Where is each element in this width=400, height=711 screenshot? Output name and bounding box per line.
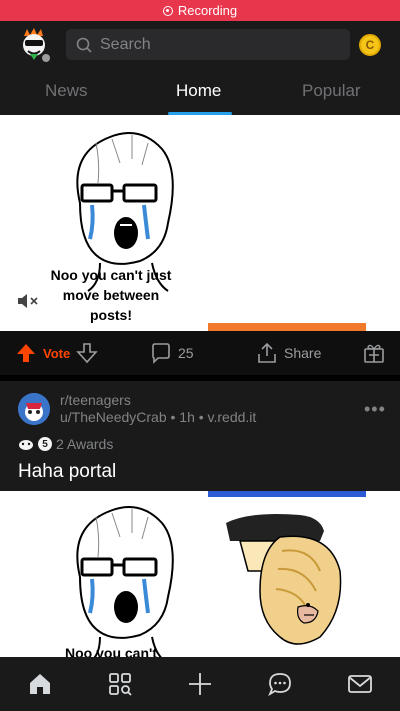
- search-placeholder: Search: [100, 35, 151, 53]
- vote-label: Vote: [43, 345, 71, 361]
- media-divider-bar: [208, 491, 366, 497]
- record-icon: [162, 5, 173, 16]
- downvote-icon[interactable]: [76, 342, 99, 364]
- comment-count: 25: [178, 345, 194, 361]
- post-title[interactable]: Haha portal: [18, 461, 116, 483]
- bottom-navigation: [0, 657, 400, 711]
- recording-banner[interactable]: Recording: [0, 0, 400, 21]
- tab-popular[interactable]: Popular: [302, 81, 361, 101]
- comment-icon: [152, 343, 170, 364]
- subreddit-icon: [18, 393, 50, 425]
- post-meta[interactable]: u/TheNeedyCrab • 1h • v.redd.it: [60, 409, 256, 425]
- app-screen: Recording Search C News Home Popular Noo…: [0, 0, 400, 711]
- meme-caption-2: Noo you can't: [65, 645, 157, 657]
- award-gift-icon[interactable]: [363, 342, 385, 364]
- comments-button[interactable]: 25: [150, 342, 194, 364]
- awards-row[interactable]: 5 2 Awards: [18, 436, 113, 452]
- vote-control: Vote: [15, 342, 99, 364]
- post-card-2[interactable]: r/teenagers u/TheNeedyCrab • 1h • v.redd…: [0, 381, 400, 491]
- search-bar[interactable]: Search: [66, 29, 350, 60]
- subreddit-name[interactable]: r/teenagers: [60, 392, 131, 408]
- home-icon[interactable]: [27, 671, 53, 697]
- snoo-avatar-icon: [23, 28, 50, 62]
- chat-icon[interactable]: [267, 671, 293, 697]
- mute-icon[interactable]: [16, 292, 40, 310]
- tab-news[interactable]: News: [45, 81, 88, 101]
- tab-home[interactable]: Home: [176, 81, 221, 101]
- share-button[interactable]: Share: [256, 342, 321, 364]
- post-video-1[interactable]: Noo you can't just move between posts!: [0, 115, 400, 331]
- subreddit-avatar[interactable]: [18, 393, 50, 425]
- discover-icon[interactable]: [107, 671, 133, 697]
- top-header: Search C: [0, 21, 400, 69]
- feed-tabs: News Home Popular: [0, 69, 400, 115]
- coin-icon[interactable]: C: [359, 34, 381, 56]
- share-icon: [258, 342, 276, 363]
- post-action-bar: Vote 25 Share: [0, 331, 400, 375]
- recording-label: Recording: [177, 3, 238, 18]
- post-video-2[interactable]: Noo you can't: [0, 491, 400, 657]
- award-badge-icon: 5: [38, 437, 52, 451]
- share-label: Share: [284, 345, 322, 361]
- video-progress-bar[interactable]: [208, 323, 366, 331]
- upvote-icon[interactable]: [15, 342, 37, 364]
- user-avatar[interactable]: [16, 27, 52, 63]
- more-options-icon[interactable]: •••: [364, 399, 386, 420]
- chad-meme-image: [226, 514, 342, 645]
- wholesome-award-icon: [19, 440, 33, 450]
- create-icon[interactable]: [187, 671, 213, 697]
- search-icon: [76, 37, 92, 53]
- meme-caption: Noo you can't just move between posts!: [50, 267, 172, 323]
- wojak-crying-image-2: [76, 506, 174, 657]
- awards-label: 2 Awards: [56, 436, 114, 452]
- inbox-icon[interactable]: [347, 671, 373, 697]
